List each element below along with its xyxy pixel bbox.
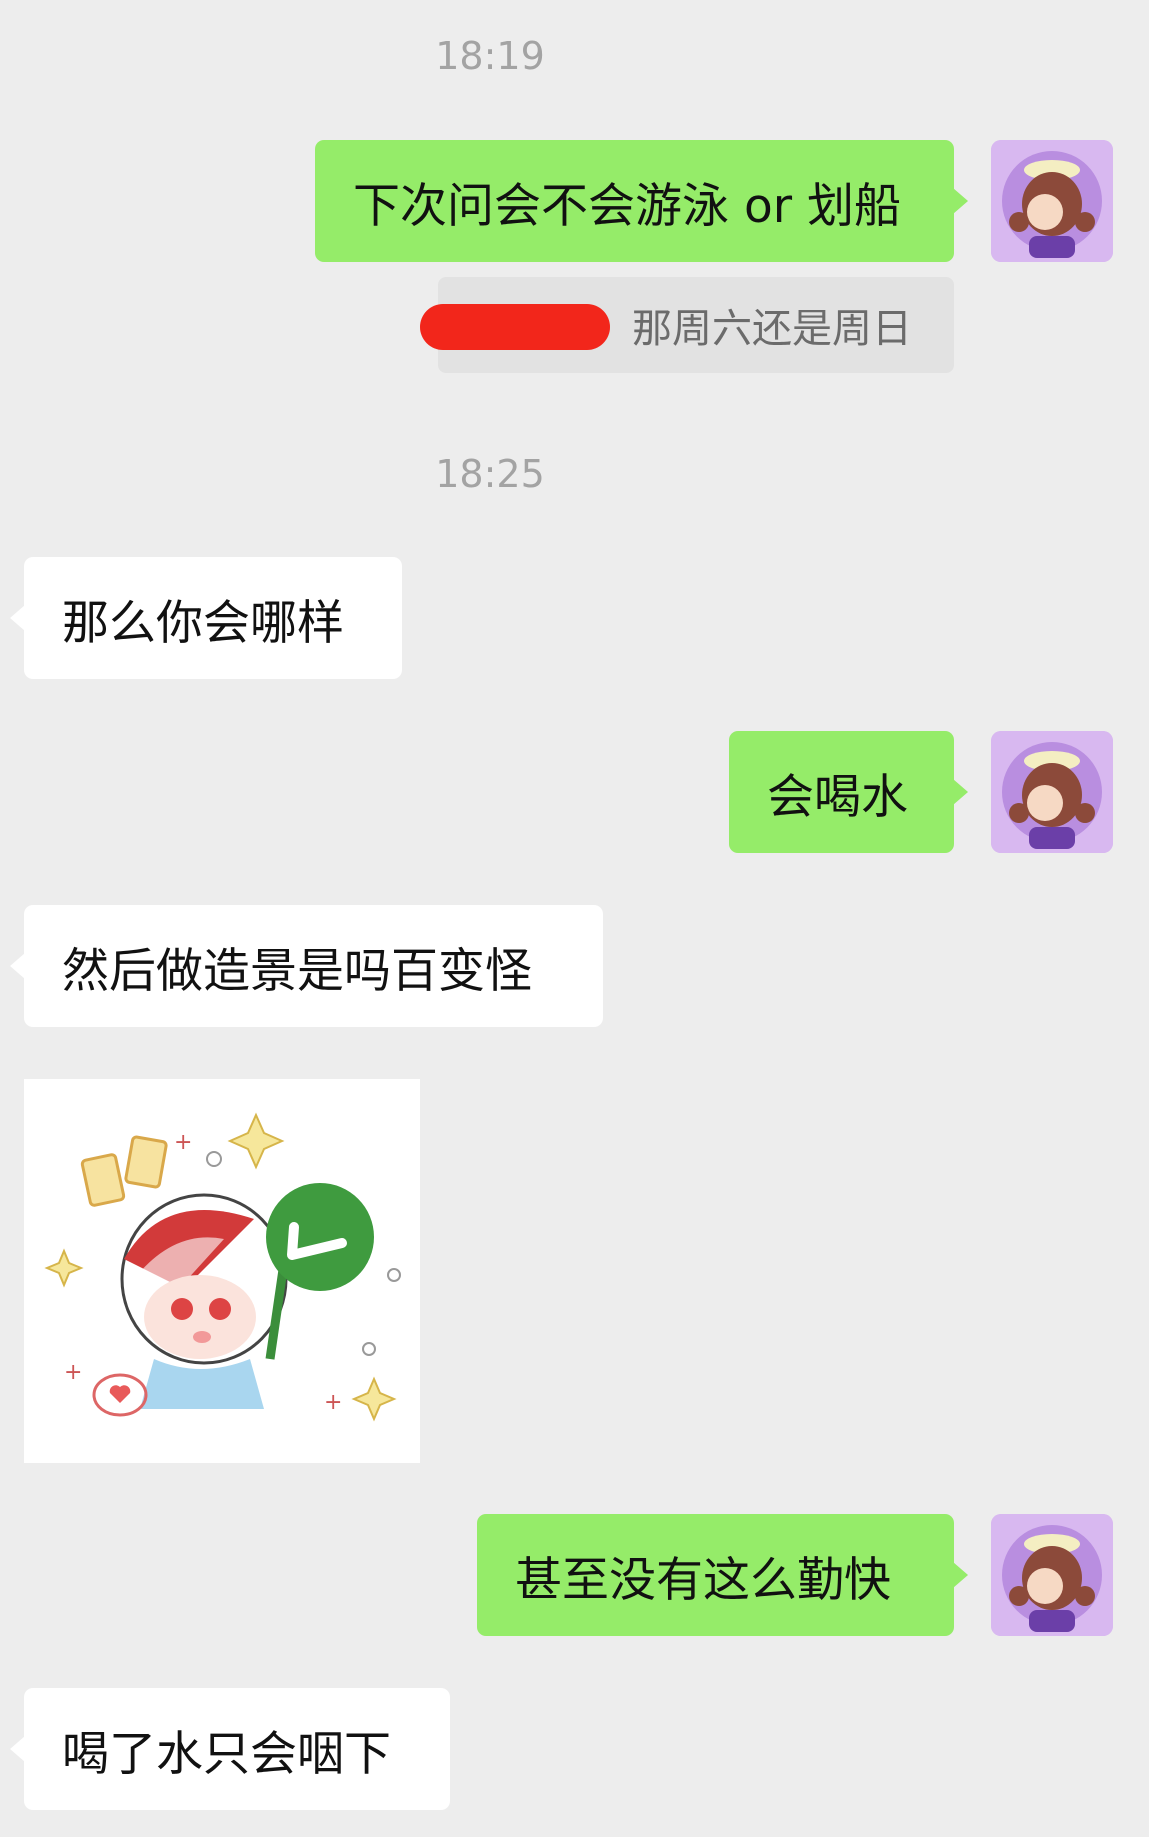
- my-avatar-icon[interactable]: [991, 140, 1113, 262]
- message-text: 会喝水: [767, 769, 908, 825]
- svg-text:+: +: [324, 1390, 342, 1415]
- message-text: 然后做造景是吗百变怪: [62, 943, 532, 999]
- message-bubble-sent[interactable]: 甚至没有这么勤快: [477, 1514, 968, 1636]
- svg-text:+: +: [64, 1360, 82, 1385]
- message-bubble-received[interactable]: 然后做造景是吗百变怪: [10, 905, 603, 1027]
- quoted-text: 那周六还是周日: [632, 306, 912, 352]
- my-avatar-icon[interactable]: [991, 1514, 1113, 1636]
- redaction-mark: [420, 304, 610, 350]
- message-bubble-received[interactable]: 那么你会哪样: [10, 557, 402, 679]
- sticker-image[interactable]: + + +: [24, 1079, 420, 1463]
- cartoon-girl-avatar-icon: [991, 140, 1113, 262]
- timestamp: 18:19: [435, 34, 545, 78]
- svg-text:+: +: [174, 1130, 192, 1155]
- message-text: 那么你会哪样: [62, 595, 344, 651]
- quoted-message[interactable]: 那周六还是周日: [420, 277, 954, 373]
- message-bubble-sent[interactable]: 会喝水: [729, 731, 968, 853]
- timestamp: 18:25: [435, 452, 545, 496]
- message-text: 下次问会不会游泳 or 划船: [353, 178, 901, 234]
- message-bubble-sent[interactable]: 下次问会不会游泳 or 划船: [315, 140, 968, 262]
- message-text: 甚至没有这么勤快: [515, 1552, 891, 1608]
- my-avatar-icon[interactable]: [991, 731, 1113, 853]
- cartoon-girl-avatar-icon: [991, 1514, 1113, 1636]
- cartoon-girl-avatar-icon: [991, 731, 1113, 853]
- message-bubble-received[interactable]: 喝了水只会咽下: [10, 1688, 450, 1810]
- cartoon-girl-checkmark-sign-sticker: + + +: [24, 1079, 420, 1463]
- message-text: 喝了水只会咽下: [62, 1726, 391, 1782]
